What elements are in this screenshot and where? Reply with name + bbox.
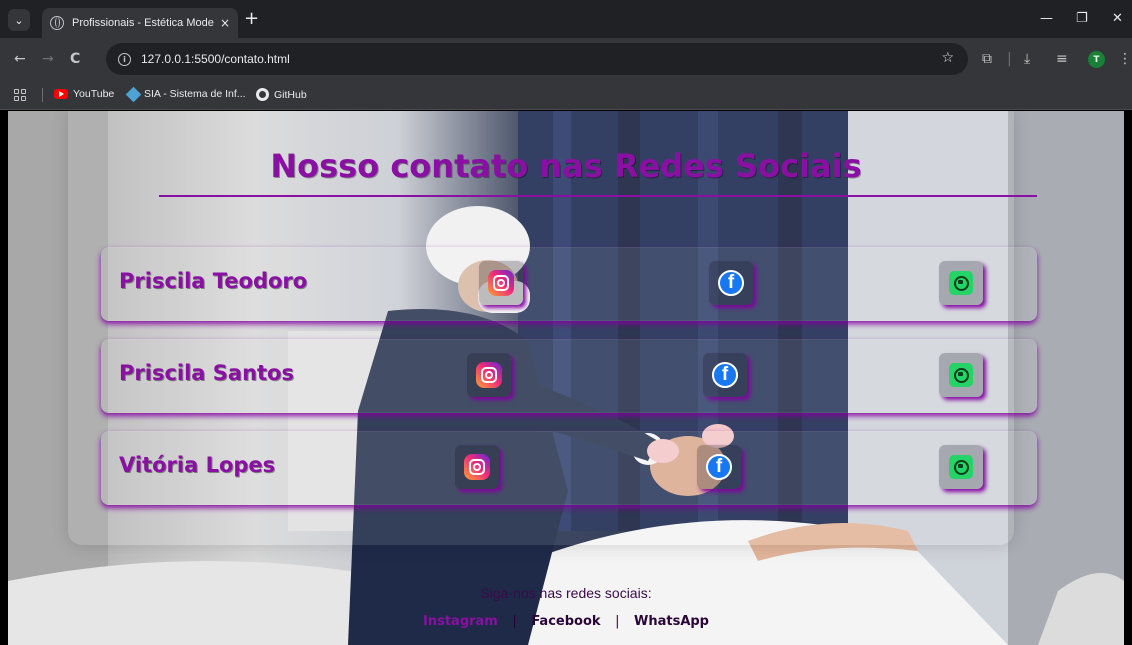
sia-icon	[125, 86, 142, 102]
globe-icon	[50, 16, 64, 30]
whatsapp-icon	[949, 271, 973, 295]
tab-title: Profissionais - Estética Moderna	[72, 17, 214, 29]
whatsapp-button[interactable]	[939, 261, 983, 305]
url-text: 127.0.0.1:5500/contato.html	[141, 52, 290, 66]
facebook-icon: f	[712, 362, 738, 388]
github-icon	[256, 88, 269, 101]
bookmark-github[interactable]: GitHub	[256, 88, 307, 101]
contact-row: Priscila Teodoro f	[101, 247, 1037, 321]
footer-separator: |	[615, 614, 620, 629]
bookmarks-divider	[42, 88, 43, 102]
footer-link-whatsapp[interactable]: WhatsApp	[634, 614, 709, 629]
footer-text: Siga-nos nas redes sociais:	[480, 585, 652, 601]
download-icon[interactable]: ⤓	[1024, 51, 1030, 67]
bookmark-youtube[interactable]: YouTube	[54, 88, 114, 100]
page-viewport: Nosso contato nas Redes Sociais Priscila…	[8, 111, 1124, 645]
page-title: Nosso contato nas Redes Sociais	[270, 147, 862, 185]
youtube-icon	[54, 89, 68, 99]
bookmark-star-icon[interactable]: ☆	[941, 50, 954, 66]
contact-name: Vitória Lopes	[119, 453, 276, 477]
browser-toolbar: ← → C i 127.0.0.1:5500/contato.html ☆ ⧉ …	[0, 38, 1132, 80]
whatsapp-icon	[949, 455, 973, 479]
bookmark-label: GitHub	[274, 88, 307, 101]
browser-tab[interactable]: Profissionais - Estética Moderna ×	[42, 8, 238, 38]
site-info-icon[interactable]: i	[118, 52, 131, 66]
menu-kebab-icon[interactable]: ⋮	[1118, 51, 1132, 67]
whatsapp-button[interactable]	[939, 445, 983, 489]
footer-link-facebook[interactable]: Facebook	[531, 614, 600, 629]
facebook-button[interactable]: f	[703, 353, 747, 397]
toolbar-divider: |	[1007, 51, 1012, 67]
contact-row: Priscila Santos f	[101, 339, 1037, 413]
forward-button[interactable]: →	[42, 51, 54, 67]
tab-close-icon[interactable]: ×	[220, 16, 230, 30]
instagram-button[interactable]	[455, 445, 499, 489]
instagram-button[interactable]	[467, 353, 511, 397]
new-tab-button[interactable]: +	[244, 10, 259, 28]
instagram-icon	[464, 454, 490, 480]
close-window-icon[interactable]: ✕	[1112, 12, 1123, 26]
tab-search-chevron-icon[interactable]: ⌄	[8, 9, 30, 31]
extensions-icon[interactable]: ⧉	[982, 51, 992, 67]
footer-separator: |	[512, 614, 517, 629]
bookmark-label: YouTube	[73, 88, 115, 100]
bookmarks-bar: YouTube SIA - Sistema de Inf... GitHub	[0, 80, 1132, 110]
contact-name: Priscila Teodoro	[119, 269, 308, 293]
minimize-icon[interactable]: —	[1040, 12, 1053, 26]
facebook-icon: f	[718, 270, 744, 296]
bookmark-sia[interactable]: SIA - Sistema de Inf...	[125, 86, 246, 102]
facebook-button[interactable]: f	[709, 261, 753, 305]
contact-row: Vitória Lopes f	[101, 431, 1037, 505]
instagram-button[interactable]	[479, 261, 523, 305]
restore-icon[interactable]: ❐	[1076, 12, 1088, 26]
browser-tab-bar: ⌄ Profissionais - Estética Moderna × + —…	[0, 0, 1132, 38]
footer-link-instagram[interactable]: Instagram	[423, 614, 498, 629]
instagram-icon	[488, 270, 514, 296]
facebook-button[interactable]: f	[697, 445, 741, 489]
address-bar[interactable]: i 127.0.0.1:5500/contato.html ☆	[106, 43, 968, 75]
reload-button[interactable]: C	[70, 51, 80, 67]
instagram-icon	[476, 362, 502, 388]
title-divider	[159, 195, 1037, 197]
apps-grid-icon[interactable]	[14, 89, 26, 101]
contact-name: Priscila Santos	[119, 361, 294, 385]
reading-list-icon[interactable]: ≡	[1056, 51, 1068, 67]
bookmark-label: SIA - Sistema de Inf...	[144, 88, 246, 100]
whatsapp-button[interactable]	[939, 353, 983, 397]
whatsapp-icon	[949, 363, 973, 387]
footer-links: Instagram | Facebook | WhatsApp	[8, 614, 1124, 629]
profile-avatar[interactable]: T	[1088, 51, 1105, 68]
facebook-icon: f	[706, 454, 732, 480]
back-button[interactable]: ←	[14, 51, 26, 67]
